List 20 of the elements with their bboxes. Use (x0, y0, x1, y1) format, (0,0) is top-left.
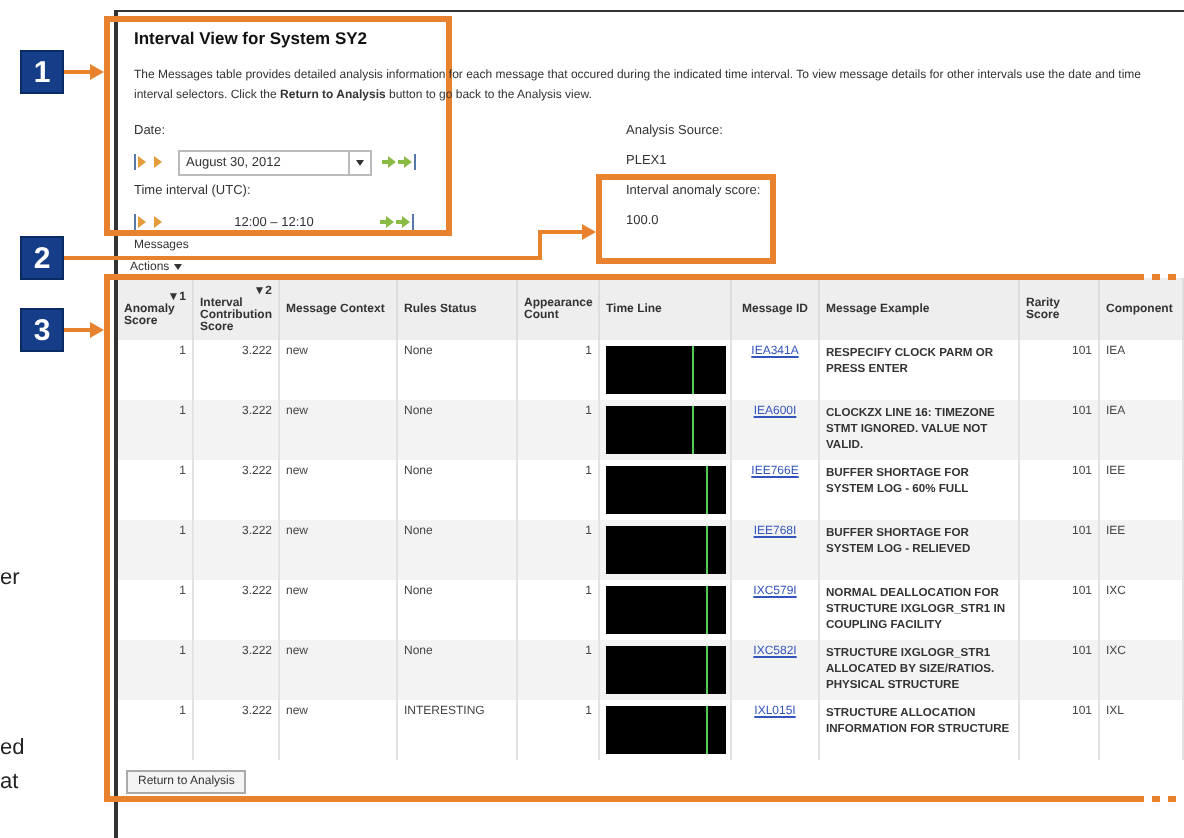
callout-arrow (64, 322, 104, 338)
next-icon[interactable] (378, 214, 414, 230)
callout-number: 3 (20, 308, 64, 352)
timeline-chart (606, 466, 726, 514)
cropped-text: ed (0, 736, 25, 760)
next-icon[interactable] (380, 154, 416, 170)
timeline-chart (606, 586, 726, 634)
cropped-text: er (0, 566, 20, 590)
callout-arrow (64, 64, 104, 80)
page-title: Interval View for System SY2 (134, 28, 370, 48)
cropped-text: at (0, 770, 19, 794)
timeline-chart (606, 406, 726, 454)
timeline-chart (606, 346, 726, 394)
timeline-chart (606, 526, 726, 574)
callout-number: 2 (20, 236, 64, 280)
caret-icon (356, 159, 364, 165)
timeline-chart (606, 706, 726, 754)
callout-number: 1 (20, 50, 64, 94)
caret-icon (173, 264, 182, 270)
timeline-chart (606, 646, 726, 694)
